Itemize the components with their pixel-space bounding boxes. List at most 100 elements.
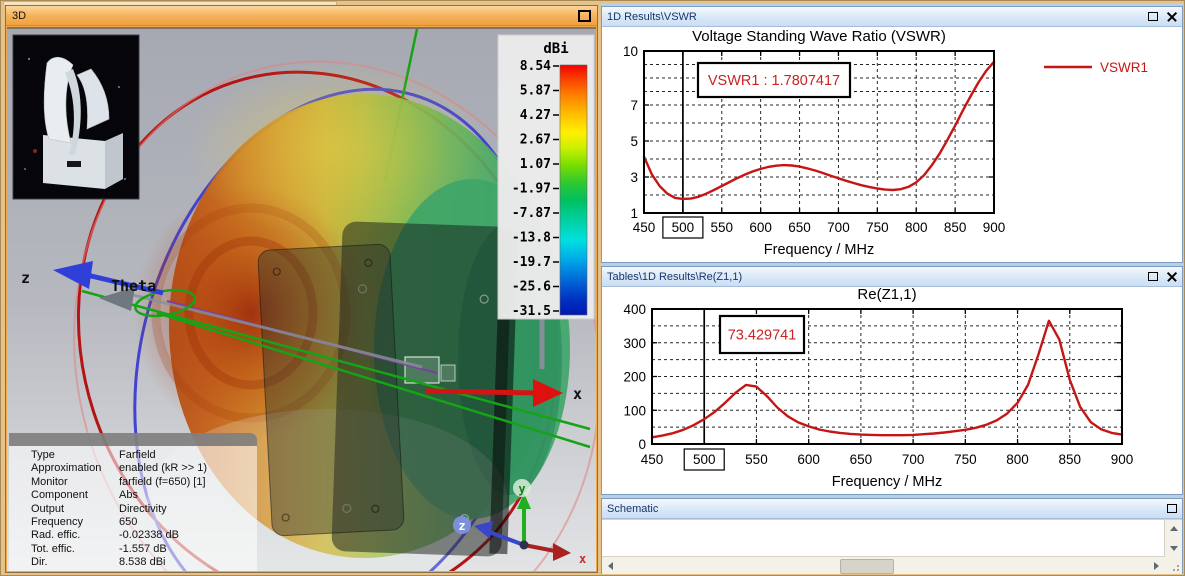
y-tick-label: 1 xyxy=(630,206,638,221)
theta-label: Theta xyxy=(111,277,156,295)
vswr-chart: 450500550600650700750800850900135710Volt… xyxy=(602,27,1182,262)
3d-viewport[interactable]: z Theta x xyxy=(7,27,596,571)
horizontal-scrollbar[interactable] xyxy=(602,556,1165,574)
farfield-info-box: TypeFarfieldApproximationenabled (kR >> … xyxy=(9,433,257,571)
triad-z-label: z xyxy=(458,519,465,533)
marker-value-text: 73.429741 xyxy=(728,328,797,344)
pcb-board-front xyxy=(258,244,405,537)
colorbar-value: 1.07 xyxy=(520,157,551,172)
chart-title: Voltage Standing Wave Ratio (VSWR) xyxy=(692,28,946,45)
x-tick-label: 850 xyxy=(1059,452,1082,467)
x-tick-label: 600 xyxy=(797,452,820,467)
x-tick-label: 450 xyxy=(633,220,656,235)
y-tick-label: 400 xyxy=(623,302,646,317)
results-column: 1D Results\VSWR 450500550600650700750800… xyxy=(601,3,1183,574)
legend-label[interactable]: VSWR1 xyxy=(1100,60,1148,75)
x-axis-title: Frequency / MHz xyxy=(764,242,874,258)
colorbar-value: -1.97 xyxy=(512,182,551,197)
info-row: Rad. effic.-0.02338 dB xyxy=(9,529,257,542)
x-tick-label: 700 xyxy=(902,452,925,467)
maximize-icon[interactable] xyxy=(578,10,591,22)
x-tick-label: 900 xyxy=(983,220,1006,235)
antenna-inset-image xyxy=(13,35,139,199)
rez-chart-area: 450 500 550 600 650 700 750 800 850 900 0 100 200 300… xyxy=(602,287,1182,494)
colorbar-value: 4.27 xyxy=(520,108,551,123)
scroll-left-button[interactable] xyxy=(602,557,619,574)
colorbar-value: -25.6 xyxy=(512,280,551,295)
x-tick-label: 750 xyxy=(954,452,977,467)
schematic-panel-titlebar[interactable]: Schematic xyxy=(602,499,1182,519)
rez-panel: Tables\1D Results\Re(Z1,1) 450 500 550 600 6… xyxy=(601,266,1183,495)
scrollbar-thumb[interactable] xyxy=(840,559,894,574)
x-tick-label: 700 xyxy=(827,220,850,235)
application-window: 3D xyxy=(0,0,1185,576)
info-row: ComponentAbs xyxy=(9,489,257,502)
close-icon[interactable] xyxy=(1167,12,1177,22)
colorbar-value: -31.5 xyxy=(512,304,551,319)
triad-y-label: y xyxy=(518,482,525,496)
x-tick-label: 450 xyxy=(641,452,664,467)
y-tick-label: 300 xyxy=(623,336,646,351)
maximize-icon[interactable] xyxy=(1167,504,1177,513)
resize-grip[interactable] xyxy=(1165,557,1182,574)
x-tick-label: 500 xyxy=(672,220,695,235)
colorbar-unit-label: dBi xyxy=(543,41,568,57)
y-tick-label: 0 xyxy=(638,437,646,452)
colorbar: dBi 8.545.874.272.671.07-1.97-7.87-13.8-… xyxy=(498,35,594,319)
y-tick-label: 7 xyxy=(630,98,638,113)
vswr-panel: 1D Results\VSWR 450 500 550 600 650 700 750 800… xyxy=(601,6,1183,263)
schematic-canvas[interactable] xyxy=(602,519,1182,574)
x-tick-label: 600 xyxy=(749,220,772,235)
x-tick-label: 650 xyxy=(788,220,811,235)
3d-panel: 3D xyxy=(5,5,598,573)
info-row: Frequency650 xyxy=(9,516,257,529)
maximize-icon[interactable] xyxy=(1148,12,1158,21)
vswr-panel-title: 1D Results\VSWR xyxy=(607,11,697,23)
z-axis-label: z xyxy=(21,269,30,287)
x-tick-label: 550 xyxy=(711,220,734,235)
y-tick-label: 100 xyxy=(623,403,646,418)
x-tick-label: 550 xyxy=(745,452,768,467)
close-icon[interactable] xyxy=(1167,272,1177,282)
colorbar-value: 8.54 xyxy=(520,59,551,74)
vswr-panel-titlebar[interactable]: 1D Results\VSWR xyxy=(602,7,1182,27)
chart-title: Re(Z1,1) xyxy=(857,287,916,303)
vertical-scrollbar[interactable] xyxy=(1164,520,1182,557)
down-arrow-icon xyxy=(1170,546,1178,551)
x-tick-label: 800 xyxy=(905,220,928,235)
schematic-panel-title: Schematic xyxy=(607,503,658,515)
right-arrow-icon xyxy=(1154,562,1159,570)
triad-x-label: x xyxy=(579,552,586,566)
left-arrow-icon xyxy=(608,562,613,570)
info-row: Tot. effic.-1.557 dB xyxy=(9,543,257,556)
rez-chart: 450 500 550 600 650 700 750 800 850 900 0 100 200 300… xyxy=(602,287,1182,494)
x-tick-label: 750 xyxy=(866,220,889,235)
x-tick-label: 900 xyxy=(1111,452,1134,467)
colorbar-gradient xyxy=(560,65,587,315)
y-tick-label: 3 xyxy=(630,170,638,185)
y-tick-label: 10 xyxy=(623,44,638,59)
scroll-up-button[interactable] xyxy=(1165,520,1182,537)
y-tick-label: 5 xyxy=(630,134,638,149)
x-tick-label: 800 xyxy=(1006,452,1029,467)
y-tick-label: 200 xyxy=(623,370,646,385)
x-tick-label: 650 xyxy=(850,452,873,467)
colorbar-value: 5.87 xyxy=(520,84,551,99)
maximize-icon[interactable] xyxy=(1148,272,1158,281)
info-row: TypeFarfield xyxy=(9,449,257,462)
rez-panel-titlebar[interactable]: Tables\1D Results\Re(Z1,1) xyxy=(602,267,1182,287)
info-row: Monitorfarfield (f=650) [1] xyxy=(9,476,257,489)
rez-panel-title: Tables\1D Results\Re(Z1,1) xyxy=(607,271,742,283)
scroll-right-button[interactable] xyxy=(1148,557,1165,574)
info-box-handle[interactable] xyxy=(9,433,257,446)
info-row: Dir.8.538 dBi xyxy=(9,556,257,569)
x-tick-label: 500 xyxy=(693,452,716,467)
marker-value-text: VSWR1 : 1.7807417 xyxy=(708,73,840,89)
x-axis-label: x xyxy=(573,385,582,403)
schematic-panel: Schematic xyxy=(601,498,1183,574)
scroll-down-button[interactable] xyxy=(1165,540,1182,557)
colorbar-value: 2.67 xyxy=(520,133,551,148)
info-row: OutputDirectivity xyxy=(9,503,257,516)
3d-panel-titlebar[interactable]: 3D xyxy=(6,6,597,26)
info-row: Approximationenabled (kR >> 1) xyxy=(9,462,257,475)
